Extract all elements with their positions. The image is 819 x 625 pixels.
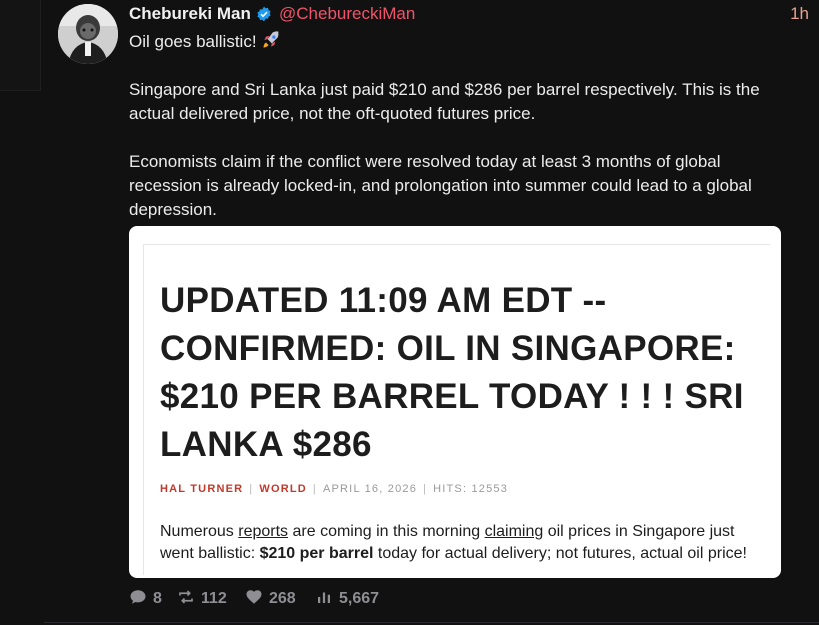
author-handle[interactable]: @ChebureckiMan	[279, 4, 415, 24]
post-text-line1-content: Oil goes ballistic!	[129, 32, 257, 51]
author-name[interactable]: Chebureki Man	[129, 4, 251, 24]
meta-separator: |	[312, 483, 317, 495]
excerpt-text: are coming in this morning	[288, 523, 485, 540]
excerpt-text: Numerous	[160, 523, 239, 540]
post-timestamp[interactable]: 1h	[790, 4, 809, 24]
claiming-link[interactable]: claiming	[485, 523, 544, 540]
article-author: HAL TURNER	[160, 483, 244, 495]
article-excerpt: Numerous reports are coming in this morn…	[160, 521, 766, 565]
excerpt-text: today for actual delivery; not futures, …	[373, 545, 747, 562]
post-header: Chebureki Man @ChebureckiMan 1h	[129, 3, 819, 27]
reply-button[interactable]: 8	[129, 588, 162, 608]
like-icon	[246, 590, 262, 604]
avatar[interactable]	[58, 4, 118, 64]
repost-icon	[179, 590, 193, 604]
post-text-line1: Oil goes ballistic!	[129, 30, 779, 54]
repost-button[interactable]: 112	[177, 588, 227, 608]
views-count: 5,667	[339, 590, 380, 607]
meta-separator: |	[249, 483, 254, 495]
views-icon	[318, 592, 330, 603]
article-headline: UPDATED 11:09 AM EDT -- CONFIRMED: OIL I…	[160, 281, 744, 464]
like-button[interactable]: 268	[245, 588, 296, 608]
reply-count: 8	[153, 590, 162, 607]
avatar-image	[58, 4, 118, 64]
excerpt-bold: $210 per barrel	[259, 545, 374, 562]
meta-separator: |	[423, 483, 428, 495]
post-text-para3: Economists claim if the conflict were re…	[129, 152, 752, 219]
like-count: 268	[269, 590, 296, 607]
article-date: APRIL 16, 2026	[322, 483, 418, 495]
article-card[interactable]: UPDATED 11:09 AM EDT -- CONFIRMED: OIL I…	[129, 226, 781, 578]
reports-link[interactable]: reports	[238, 523, 288, 540]
article-card-inner: UPDATED 11:09 AM EDT -- CONFIRMED: OIL I…	[143, 244, 770, 575]
repost-count: 112	[201, 590, 227, 607]
left-panel	[0, 0, 41, 91]
post[interactable]: Chebureki Man @ChebureckiMan 1h Oil goes…	[44, 0, 819, 625]
rocket-icon	[263, 31, 279, 48]
divider	[44, 622, 819, 623]
post-text-para2: Singapore and Sri Lanka just paid $210 a…	[129, 80, 760, 123]
verified-badge-icon	[257, 6, 271, 22]
article-category: WORLD	[259, 483, 307, 495]
reply-icon	[130, 590, 146, 604]
post-text: Oil goes ballistic! Singapore and Sri La…	[129, 30, 779, 246]
views-button[interactable]: 5,667	[315, 588, 379, 608]
article-hits: HITS: 12553	[433, 483, 509, 495]
article-meta: HAL TURNER | WORLD | APRIL 16, 2026 | HITS: 12…	[160, 483, 508, 495]
